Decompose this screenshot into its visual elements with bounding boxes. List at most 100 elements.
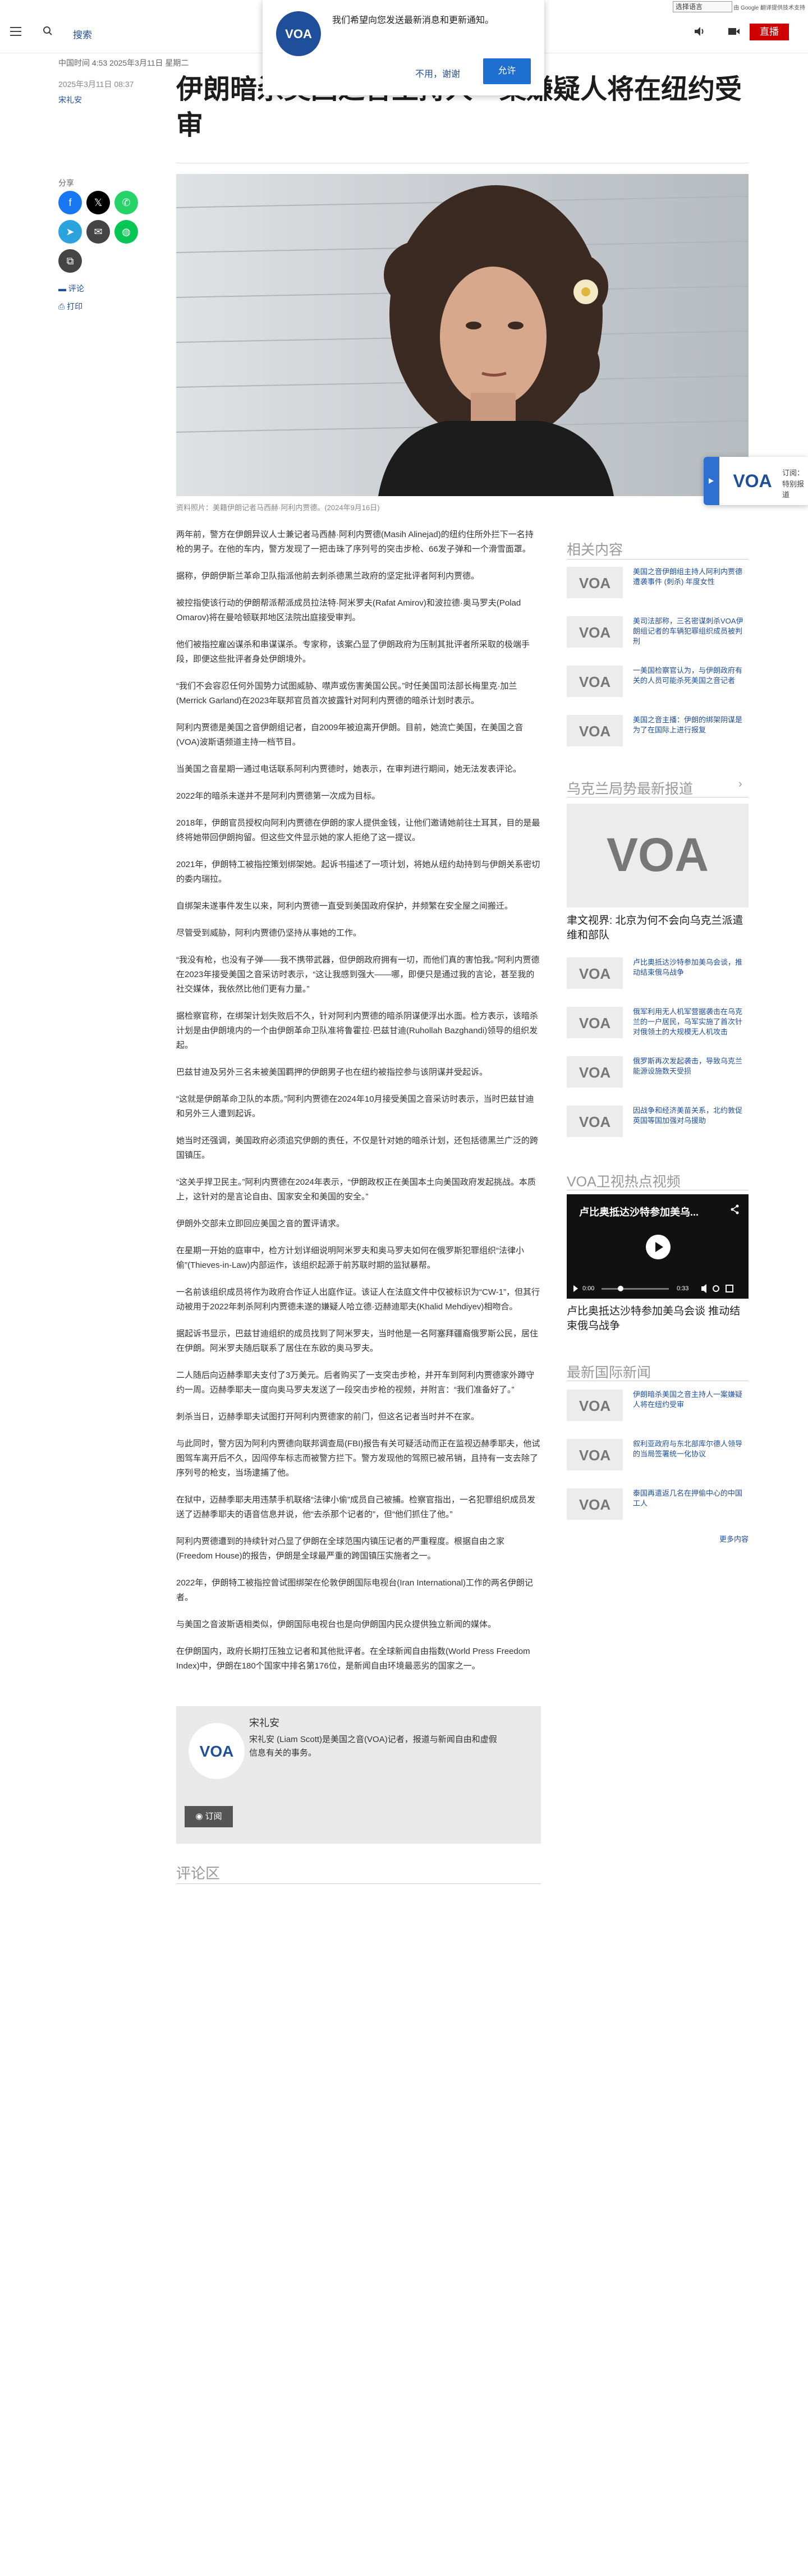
share-label: 分享 <box>58 178 74 187</box>
list-item[interactable]: VOA 泰国再遣返几名在押偷中心的中国工人 <box>567 1488 749 1528</box>
hero-image <box>176 174 749 496</box>
ukraine-section-title[interactable]: 乌克兰局势最新报道 <box>567 778 693 798</box>
comment-label: 评论 <box>68 284 84 293</box>
list-item[interactable]: VOA 因战争和经济美苗关系，北约敦促英国等国加强对乌援助 <box>567 1106 749 1145</box>
thumbnail-image[interactable]: VOA <box>567 1106 623 1137</box>
divider <box>567 559 749 560</box>
list-item-title[interactable]: 叙利亚政府与东北部库尔德人领导的当局签署统一化协议 <box>633 1439 749 1459</box>
translate-credit[interactable]: 由 Google 翻译提供技术支持 <box>733 3 805 11</box>
thumbnail-image[interactable]: VOA <box>567 567 623 598</box>
list-item-title[interactable]: 俄军利用无人机军营据袭击在乌克兰的一户居民，乌军实施了首次针对俄领土的大规模无人… <box>633 1007 749 1037</box>
page-timestamp: 中国时间 4:53 2025年3月11日 星期二 <box>58 58 189 67</box>
svg-text:VOA: VOA <box>285 27 312 41</box>
svg-text:VOA: VOA <box>733 471 772 491</box>
video-controls: 0:00 0:33 <box>567 1280 749 1299</box>
article-paragraph: 二人随后向迈赫季耶夫支付了3万美元。后者购买了一支突击步枪，并开车到阿利内贾德家… <box>176 1370 535 1395</box>
print-link[interactable]: ⎙ 打印 <box>58 301 82 312</box>
chevron-right-icon[interactable]: › <box>738 778 742 791</box>
comments-title: 评论区 <box>176 1865 221 1882</box>
list-item[interactable]: VOA 叙利亚政府与东北部库尔德人领导的当局签署统一化协议 <box>567 1439 749 1478</box>
comment-link[interactable]: ▬ 评论 <box>58 283 84 294</box>
video-player[interactable]: 卢比奥抵达沙特参加美乌... 0:00 0:33 <box>567 1194 749 1299</box>
card-line-2: 特别报道 <box>782 480 805 499</box>
svg-text:VOA: VOA <box>579 1015 611 1032</box>
thumbnail-image[interactable]: VOA <box>567 1390 623 1421</box>
related-section-title: 相关内容 <box>567 542 623 558</box>
facebook-icon[interactable]: f <box>58 191 82 214</box>
list-item-title[interactable]: 伊朗暗杀美国之音主持人一案嫌疑人将在纽约受审 <box>633 1390 749 1410</box>
language-select[interactable]: 选择语言 <box>673 1 732 12</box>
list-item[interactable]: VOA 俄军利用无人机军营据袭击在乌克兰的一户居民，乌军实施了首次针对俄领土的大规… <box>567 1007 749 1046</box>
list-item[interactable]: VOA 美司法部称，三名密谋刺杀VOA伊朗组记者的车辆犯罪组织成员被判刑 <box>567 616 749 656</box>
thumbnail-image[interactable]: VOA <box>567 1488 623 1520</box>
list-item[interactable]: VOA 美国之音伊朗组主持人阿利内贾德遭袭事件 (刺杀) 年度女性 <box>567 567 749 606</box>
video-icon[interactable] <box>727 26 741 37</box>
divider <box>176 1883 541 1884</box>
article-paragraph: 2018年，伊朗官员授权向阿利内贾德在伊朗的家人提供金钱，让他们邀请她前往土耳其… <box>176 818 540 842</box>
subscribe-button[interactable]: ◉ 订阅 <box>185 1806 233 1827</box>
list-item-title[interactable]: 美司法部称，三名密谋刺杀VOA伊朗组记者的车辆犯罪组织成员被判刑 <box>633 616 749 647</box>
thumbnail-image[interactable]: VOA <box>567 1056 623 1088</box>
article-paragraph: 阿利内贾德遭到的持续针对凸显了伊朗在全球范围内镇压记者的严重程度。根据自由之家(… <box>176 1537 505 1561</box>
decline-button[interactable]: 不用，谢谢 <box>415 66 460 80</box>
article-paragraph: 2022年的暗杀未遂并不是阿利内贾德第一次成为目标。 <box>176 791 380 801</box>
share-row-1: f 𝕏 ✆ <box>58 191 138 216</box>
floating-subscribe-card[interactable]: VOA 订阅： 特别报道 <box>704 457 808 505</box>
article-paragraph: 在星期一开始的庭审中，检方计划详细说明阿米罗夫和奥马罗夫如何在俄罗斯犯罪组织“法… <box>176 1246 524 1270</box>
copy-link-icon[interactable]: ⧉ <box>58 249 82 273</box>
more-link[interactable]: 更多内容 <box>719 1533 749 1544</box>
article-paragraph: “我们不会容忍任何外国势力试图威胁、噤声或伤害美国公民。”时任美国司法部长梅里克… <box>176 681 517 705</box>
search-icon[interactable] <box>43 26 53 36</box>
thumbnail-image[interactable]: VOA <box>567 957 623 989</box>
thumbnail-image[interactable]: VOA <box>567 616 623 648</box>
list-item-title[interactable]: 泰国再遣返几名在押偷中心的中国工人 <box>633 1488 749 1509</box>
article-paragraph: 据起诉书显示，巴兹甘迪组织的成员找到了阿米罗夫，当时他是一名阿塞拜疆裔俄罗斯公民… <box>176 1329 539 1353</box>
list-item[interactable]: VOA 美国之音主播：伊朗的绑架阴谋是为了在国际上进行报复 <box>567 715 749 754</box>
search-input[interactable]: 搜索 <box>73 27 92 41</box>
thumbnail-image[interactable]: VOA <box>567 1439 623 1470</box>
article-author-link[interactable]: 宋礼安 <box>58 94 82 106</box>
list-item-title[interactable]: 美国之音主播：伊朗的绑架阴谋是为了在国际上进行报复 <box>633 715 749 735</box>
list-item-title[interactable]: 因战争和经济美苗关系，北约敦促英国等国加强对乌援助 <box>633 1106 749 1126</box>
author-name[interactable]: 宋礼安 <box>249 1715 279 1730</box>
list-item-title[interactable]: 一美国检察官认为，与伊朗政府有关的人员可能杀死美国之音记者 <box>633 666 749 686</box>
rss-icon: ◉ <box>195 1812 205 1821</box>
video-caption[interactable]: 卢比奥抵达沙特参加美乌会谈 推动结束俄乌战争 <box>567 1304 749 1333</box>
article-paragraph: 在狱中，迈赫季耶夫用违禁手机联络“法律小偷”成员自己被捕。检察官指出，一名犯罪组… <box>176 1495 535 1519</box>
article-date: 2025年3月11日 08:37 <box>58 80 134 89</box>
list-item-title[interactable]: 俄罗斯再次发起袭击，导致乌克兰能源设施数天受损 <box>633 1056 749 1076</box>
ukraine-lead-thumbnail[interactable]: VOA <box>567 804 749 907</box>
list-item[interactable]: VOA 伊朗暗杀美国之音主持人一案嫌疑人将在纽约受审 <box>567 1390 749 1429</box>
list-item-title[interactable]: 美国之音伊朗组主持人阿利内贾德遭袭事件 (刺杀) 年度女性 <box>633 567 749 587</box>
article-paragraph: 据检察官称，在绑架计划失败后不久，针对阿利内贾德的暗杀阴谋便浮出水面。检方表示，… <box>176 1011 539 1050</box>
audio-icon[interactable] <box>694 26 706 37</box>
article-paragraph: 据称，伊朗伊斯兰革命卫队指派他前去刺杀德黑兰政府的坚定批评者阿利内贾德。 <box>176 571 480 581</box>
live-button[interactable]: 直播 <box>750 24 789 40</box>
whatsapp-icon[interactable]: ✆ <box>114 191 138 214</box>
svg-text:VOA: VOA <box>579 673 611 690</box>
notification-message: 我们希望向您发送最新消息和更新通知。 <box>332 16 494 25</box>
line-icon[interactable]: ◍ <box>114 220 138 244</box>
list-item[interactable]: VOA 俄罗斯再次发起袭击，导致乌克兰能源设施数天受损 <box>567 1056 749 1096</box>
article-paragraph: 当美国之音星期一通过电话联系阿利内贾德时，她表示，在审判进行期间，她无法发表评论… <box>176 764 522 774</box>
share-icon[interactable] <box>731 1204 740 1214</box>
telegram-icon[interactable]: ➤ <box>58 220 82 244</box>
list-item[interactable]: VOA 一美国检察官认为，与伊朗政府有关的人员可能杀死美国之音记者 <box>567 666 749 705</box>
thumbnail-image[interactable]: VOA <box>567 715 623 746</box>
x-twitter-icon[interactable]: 𝕏 <box>86 191 110 214</box>
card-line-1: 订阅： <box>782 469 805 477</box>
menu-icon[interactable] <box>10 27 21 36</box>
thumbnail-image[interactable]: VOA <box>567 666 623 697</box>
play-icon[interactable] <box>646 1235 671 1259</box>
article-paragraph: 巴兹甘迪及另外三名未被美国羁押的伊朗男子也在纽约被指控参与该阴谋并受起诉。 <box>176 1067 488 1077</box>
ukraine-lead-title[interactable]: 聿文视界: 北京为何不会向乌克兰派遣维和部队 <box>567 914 749 943</box>
list-item[interactable]: VOA 卢比奥抵达沙特参加美乌会谈，推动结束俄乌战争 <box>567 957 749 997</box>
email-icon[interactable]: ✉ <box>86 220 110 244</box>
print-icon: ⎙ <box>58 302 67 311</box>
svg-text:VOA: VOA <box>607 828 709 881</box>
list-item-title[interactable]: 卢比奥抵达沙特参加美乌会谈，推动结束俄乌战争 <box>633 957 749 978</box>
allow-button[interactable]: 允许 <box>483 58 531 84</box>
article-paragraph: 她当时还强调，美国政府必须追究伊朗的责任，不仅是针对她的暗杀计划，还包括德黑兰广… <box>176 1136 539 1160</box>
article-paragraph: 伊朗外交部未立即回应美国之音的置评请求。 <box>176 1219 345 1229</box>
thumbnail-image[interactable]: VOA <box>567 1007 623 1038</box>
